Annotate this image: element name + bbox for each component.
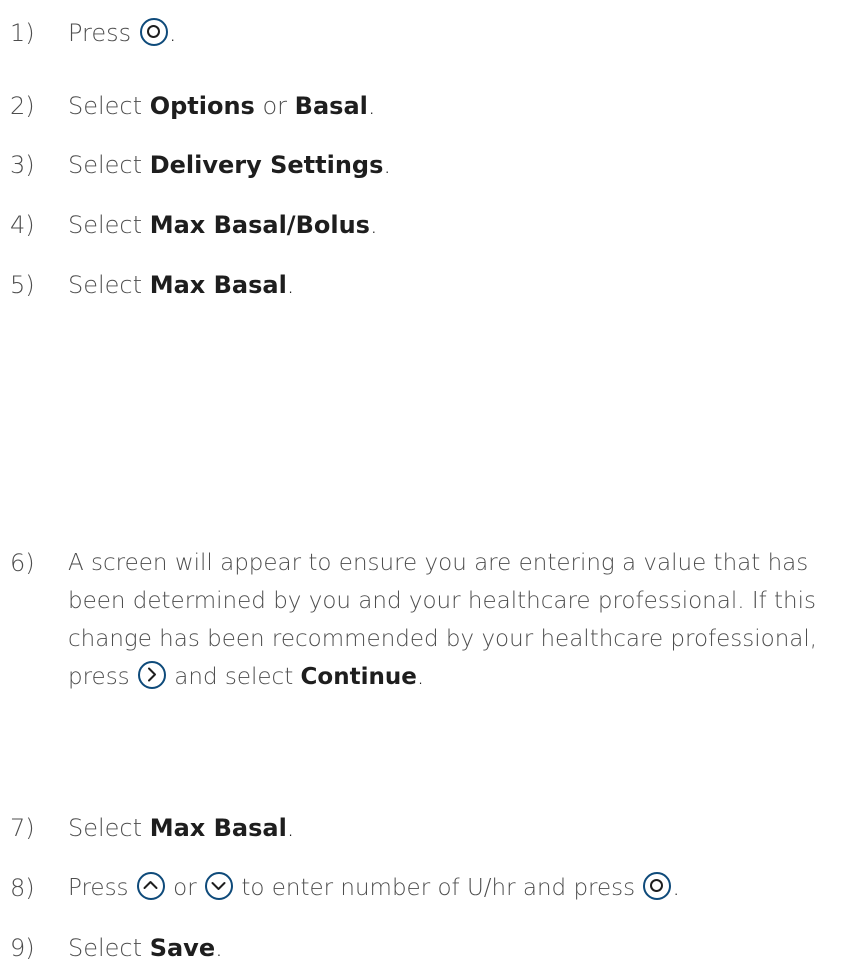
connector-text: and select	[174, 664, 294, 690]
step-text: Select Max Basal.	[68, 809, 294, 847]
step-number: 2)	[10, 92, 35, 120]
punctuation: .	[215, 934, 223, 962]
punctuation: .	[286, 271, 295, 299]
punctuation: .	[416, 664, 425, 690]
menu-term-delivery-settings: Delivery Settings	[149, 151, 384, 179]
step-verb: Press	[68, 875, 129, 901]
punctuation: .	[367, 92, 376, 120]
menu-term-max-basal: Max Basal	[149, 271, 287, 299]
menu-term-save: Save	[149, 934, 216, 962]
up-arrow-button-icon	[136, 872, 165, 900]
step-number: 5)	[10, 271, 35, 299]
step-text: Select Options or Basal.	[68, 87, 376, 125]
step-verb: Select	[68, 814, 143, 842]
step-number: 6)	[10, 549, 35, 577]
step-number: 7)	[10, 814, 35, 842]
step-verb: Select	[68, 211, 143, 239]
step-text: Select Max Basal.	[68, 266, 294, 304]
step-number: 9)	[10, 934, 35, 962]
step-text: Press .	[68, 14, 176, 52]
step-verb: Select	[68, 151, 143, 179]
step-text: Press or to enter number of U/hr and pre…	[68, 869, 680, 907]
menu-term-basal: Basal	[294, 92, 368, 120]
connector-text: or	[173, 875, 197, 901]
step-text: Select Max Basal/Bolus.	[68, 206, 378, 244]
punctuation: .	[286, 814, 295, 842]
punctuation: .	[383, 151, 392, 179]
step-verb: Press	[68, 19, 132, 47]
step-number: 8)	[10, 874, 35, 902]
punctuation: .	[369, 211, 378, 239]
right-arrow-button-icon	[137, 661, 166, 689]
menu-term-options: Options	[149, 92, 255, 120]
step-text: Select Save.	[68, 929, 223, 967]
menu-term-max-basal-bolus: Max Basal/Bolus	[149, 211, 370, 239]
step-text: A screen will appear to ensure you are e…	[68, 544, 858, 696]
menu-term-continue: Continue	[300, 664, 417, 690]
step-verb: Select	[68, 92, 143, 120]
down-arrow-button-icon	[205, 872, 234, 900]
select-button-icon	[643, 872, 672, 900]
connector-text: or	[262, 92, 288, 120]
step-body: to enter number of U/hr and press	[241, 875, 636, 901]
select-button-icon	[139, 18, 168, 46]
punctuation: .	[168, 19, 177, 47]
menu-term-max-basal: Max Basal	[149, 814, 287, 842]
punctuation: .	[672, 875, 680, 901]
step-text: Select Delivery Settings.	[68, 146, 391, 184]
step-verb: Select	[68, 934, 143, 962]
step-number: 3)	[10, 151, 35, 179]
step-verb: Select	[68, 271, 143, 299]
step-number: 4)	[10, 211, 35, 239]
step-number: 1)	[10, 19, 35, 47]
